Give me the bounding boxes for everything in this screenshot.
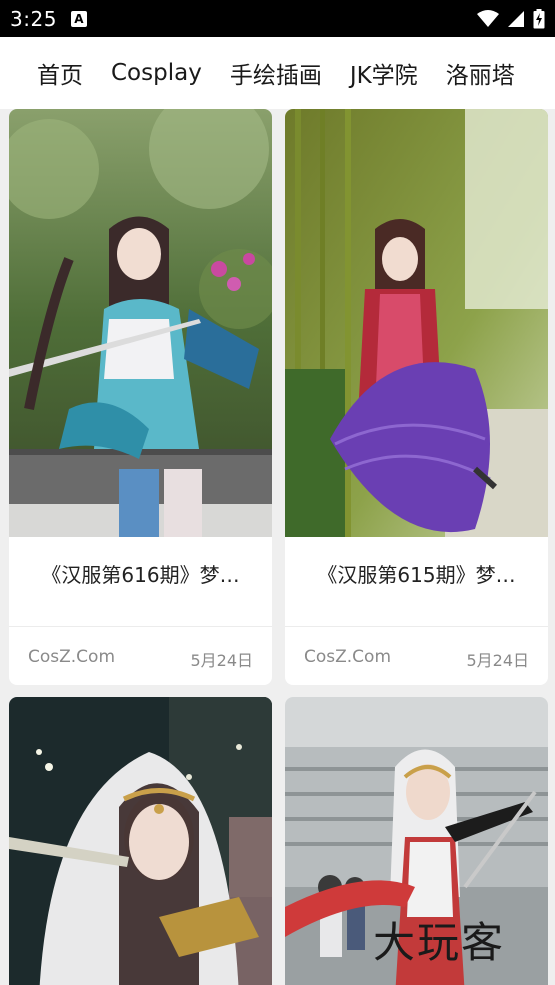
card-divider [9,626,272,627]
card-date: 5月24日 [190,651,253,670]
content-grid: 《汉服第616期》梦… CosZ.Com 5月24日 《汉服第615期》梦… C… [0,109,555,985]
status-icons [477,8,545,29]
battery-charging-icon [533,8,545,28]
status-bar: 3:25 A [0,0,555,37]
tab-home[interactable]: 首页 [0,56,97,90]
cosplay-photo [9,109,272,537]
tab-jk[interactable]: JK学院 [336,56,432,90]
tab-illustration[interactable]: 手绘插画 [216,56,336,90]
tab-cosplay[interactable]: Cosplay [97,60,216,86]
card-title[interactable]: 《汉服第615期》梦… [285,559,548,588]
content-card[interactable]: 《汉服第615期》梦… CosZ.Com 5月24日 [285,109,548,685]
card-image[interactable] [9,109,272,537]
content-card[interactable] [9,697,272,985]
tab-lolita[interactable]: 洛丽塔 [432,56,529,90]
card-date: 5月24日 [466,651,529,670]
card-image[interactable] [9,697,272,985]
cosplay-photo [9,697,272,985]
signal-icon [508,10,524,27]
category-tabs: 首页 Cosplay 手绘插画 JK学院 洛丽塔 [0,37,555,109]
cosplay-photo [285,109,548,537]
content-card[interactable]: 《汉服第616期》梦… CosZ.Com 5月24日 [9,109,272,685]
card-source: CosZ.Com [304,647,392,667]
card-divider [285,626,548,627]
watermark-text: 大玩客 [373,918,506,967]
card-image[interactable]: 大玩客 [285,697,548,985]
status-time: 3:25 [10,6,57,31]
notification-app-icon: A [70,10,87,27]
card-source: CosZ.Com [28,647,116,667]
content-card[interactable]: 大玩客 [285,697,548,985]
wifi-icon [477,9,499,27]
card-image[interactable] [285,109,548,537]
card-title[interactable]: 《汉服第616期》梦… [9,559,272,588]
